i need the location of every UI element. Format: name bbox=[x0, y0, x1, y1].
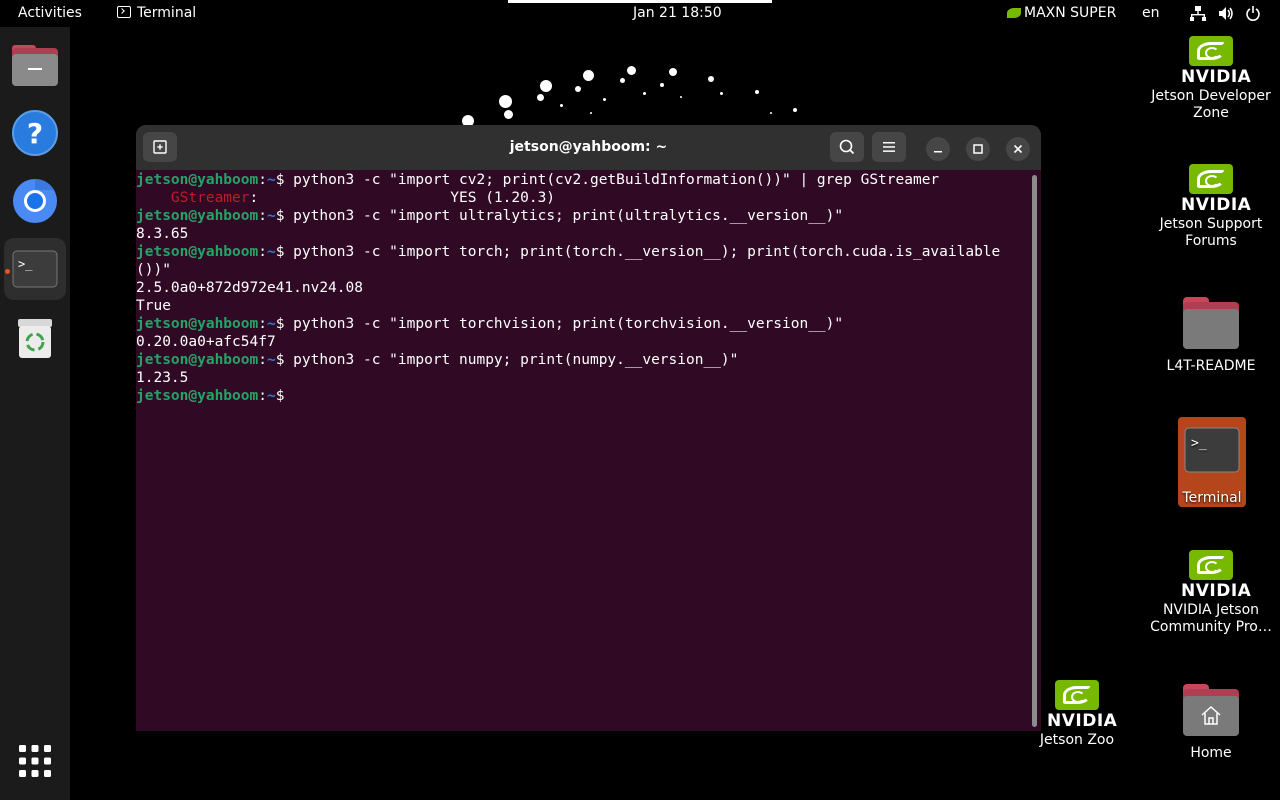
app-grid-icon bbox=[19, 745, 51, 777]
terminal-scrollbar[interactable] bbox=[1032, 175, 1037, 727]
language-indicator[interactable]: en bbox=[1142, 0, 1160, 27]
desktop-icon-label: Terminal bbox=[1182, 490, 1242, 506]
minimize-button[interactable] bbox=[926, 137, 950, 161]
desktop-icon-jetson-support-forums[interactable]: NVIDIA Jetson Support Forums bbox=[1146, 164, 1276, 250]
network-icon[interactable] bbox=[1190, 0, 1206, 27]
desktop-icon-terminal[interactable]: >_ Terminal bbox=[1178, 417, 1246, 507]
nvidia-logo-icon: NVIDIA bbox=[1181, 36, 1251, 86]
minimize-icon bbox=[934, 151, 942, 153]
scrollbar-thumb[interactable] bbox=[1032, 175, 1037, 727]
terminal-line: 8.3.65 bbox=[136, 226, 189, 242]
nvidia-logo-icon: NVIDIA bbox=[1047, 680, 1117, 730]
chromium-icon bbox=[13, 179, 57, 223]
top-bar: Activities Terminal Jan 21 18:50 MAXN SU… bbox=[0, 0, 1280, 27]
app-menu-label: Terminal bbox=[137, 5, 197, 21]
volume-icon[interactable] bbox=[1218, 0, 1234, 27]
terminal-icon: >_ bbox=[12, 250, 58, 288]
terminal-launcher[interactable]: >_ bbox=[4, 238, 66, 300]
hamburger-icon bbox=[883, 142, 895, 152]
desktop-icon-label: Jetson Support Forums bbox=[1159, 216, 1263, 249]
help-icon: ? bbox=[12, 110, 58, 156]
trash-icon bbox=[18, 319, 52, 358]
terminal-line: 1.23.5 bbox=[136, 370, 189, 386]
desktop-icon-label: Home bbox=[1190, 745, 1232, 761]
maximize-icon bbox=[973, 144, 983, 154]
nvidia-icon bbox=[1007, 8, 1021, 18]
terminal-prompt-line: jetson@yahboom:~$ bbox=[136, 388, 285, 404]
power-icon[interactable] bbox=[1246, 0, 1260, 27]
desktop-icon-jetson-developer-zone[interactable]: NVIDIA Jetson Developer Zone bbox=[1146, 36, 1276, 122]
svg-text:>_: >_ bbox=[1191, 436, 1207, 451]
svg-text:>_: >_ bbox=[18, 257, 33, 271]
terminal-line: True bbox=[136, 298, 171, 314]
terminal-line: ())" bbox=[136, 262, 171, 278]
dock: ? >_ bbox=[0, 27, 70, 800]
new-tab-button[interactable] bbox=[143, 132, 177, 162]
terminal-line: jetson@yahboom:~$ python3 -c "import tor… bbox=[136, 244, 1001, 260]
help-launcher[interactable]: ? bbox=[4, 102, 66, 164]
terminal-line: jetson@yahboom:~$ python3 -c "import tor… bbox=[136, 316, 844, 332]
svg-text:?: ? bbox=[27, 117, 43, 150]
desktop-icon-label: L4T-README bbox=[1166, 358, 1256, 374]
terminal-icon bbox=[117, 6, 131, 18]
desktop-icon-label: Jetson Zoo bbox=[1039, 732, 1115, 748]
close-icon bbox=[1013, 144, 1023, 154]
terminal-line: 0.20.0a0+afc54f7 bbox=[136, 334, 276, 350]
folder-icon bbox=[1183, 297, 1239, 349]
files-launcher[interactable] bbox=[4, 34, 66, 96]
running-indicator bbox=[5, 269, 10, 274]
desktop-icon-label: NVIDIA Jetson Community Pro… bbox=[1150, 602, 1272, 635]
show-apps-button[interactable] bbox=[4, 730, 66, 792]
terminal-window[interactable]: jetson@yahboom: ~ jetson@yahboom:~$ pyth… bbox=[136, 125, 1041, 731]
trash-launcher[interactable] bbox=[4, 307, 66, 369]
desktop-icon-label: Jetson Developer Zone bbox=[1151, 88, 1271, 121]
search-icon bbox=[839, 139, 855, 155]
terminal-line: jetson@yahboom:~$ python3 -c "import num… bbox=[136, 352, 739, 368]
chromium-launcher[interactable] bbox=[4, 170, 66, 232]
terminal-line: 2.5.0a0+872d972e41.nv24.08 bbox=[136, 280, 363, 296]
maximize-button[interactable] bbox=[966, 137, 990, 161]
clock[interactable]: Jan 21 18:50 bbox=[633, 0, 722, 27]
desktop-icon-l4t-readme[interactable]: L4T-README bbox=[1146, 297, 1276, 375]
nvidia-logo-icon: NVIDIA bbox=[1181, 550, 1251, 600]
terminal-titlebar[interactable]: jetson@yahboom: ~ bbox=[136, 125, 1041, 170]
menu-button[interactable] bbox=[872, 132, 906, 162]
files-icon bbox=[12, 45, 58, 86]
terminal-line: jetson@yahboom:~$ python3 -c "import ult… bbox=[136, 208, 844, 224]
power-mode-indicator[interactable]: MAXN SUPER bbox=[1007, 0, 1116, 27]
activities-button[interactable]: Activities bbox=[18, 0, 82, 27]
power-mode-label: MAXN SUPER bbox=[1024, 5, 1117, 21]
new-tab-icon bbox=[153, 140, 167, 154]
desktop-icon-nvidia-jetson-community[interactable]: NVIDIA NVIDIA Jetson Community Pro… bbox=[1146, 550, 1276, 636]
terminal-line: jetson@yahboom:~$ python3 -c "import cv2… bbox=[136, 172, 940, 188]
app-menu[interactable]: Terminal bbox=[117, 0, 196, 27]
close-button[interactable] bbox=[1006, 137, 1030, 161]
terminal-icon: >_ bbox=[1184, 427, 1240, 473]
nvidia-logo-icon: NVIDIA bbox=[1181, 164, 1251, 214]
desktop-icon-home[interactable]: Home bbox=[1146, 684, 1276, 762]
search-button[interactable] bbox=[830, 132, 864, 162]
terminal-output[interactable]: jetson@yahboom:~$ python3 -c "import cv2… bbox=[136, 171, 1029, 731]
home-folder-icon bbox=[1183, 684, 1239, 736]
terminal-line: GStreamer: YES (1.20.3) bbox=[170, 190, 556, 206]
